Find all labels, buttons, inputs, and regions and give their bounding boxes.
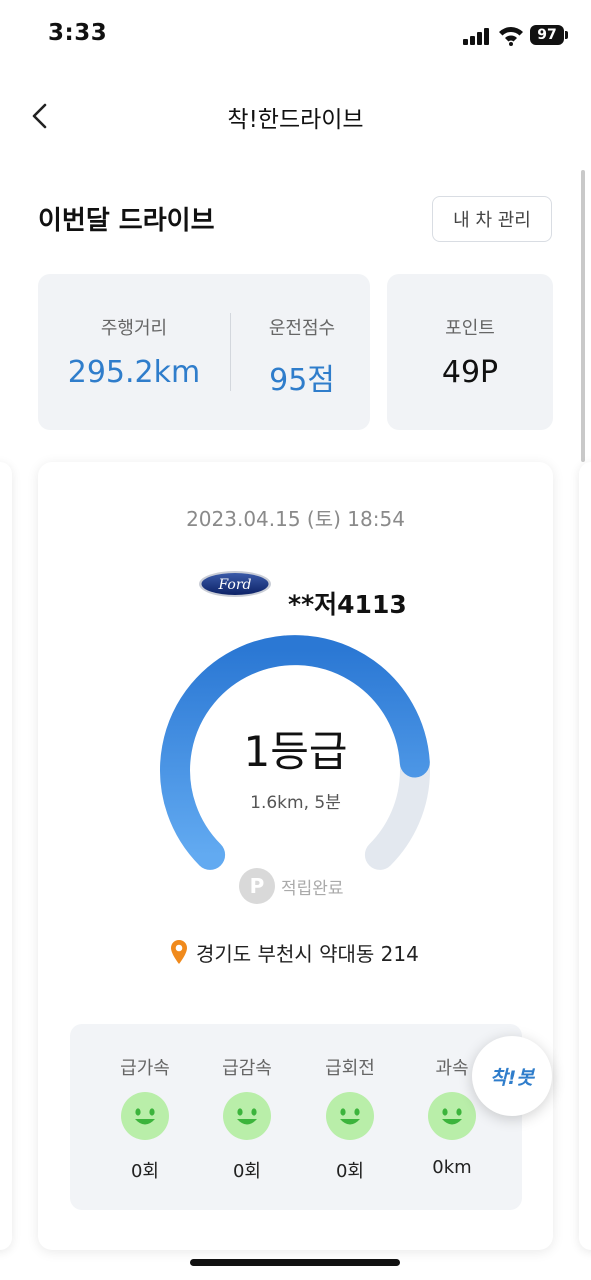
previous-drive-card[interactable] bbox=[0, 462, 12, 1250]
page-title: 착!한드라이브 bbox=[227, 107, 364, 133]
battery-icon: 97 bbox=[530, 25, 564, 45]
event-value: 0회 bbox=[232, 1161, 261, 1182]
cellular-signal-icon bbox=[463, 27, 491, 45]
event-label: 급회전 bbox=[325, 1058, 375, 1079]
event-value: 0회 bbox=[335, 1161, 364, 1182]
manage-car-button[interactable]: 내 차 관리 bbox=[432, 196, 552, 242]
point-badge-icon: P bbox=[239, 868, 275, 904]
smiley-icon bbox=[428, 1092, 476, 1140]
points-card[interactable] bbox=[387, 274, 553, 430]
distance-label: 주행거리 bbox=[100, 318, 168, 339]
drive-distance-duration: 1.6km, 5분 bbox=[250, 793, 341, 813]
location-pin-icon bbox=[171, 940, 187, 964]
scrollbar[interactable] bbox=[581, 170, 585, 462]
event-label: 급가속 bbox=[120, 1058, 170, 1079]
chakbot-button[interactable]: 착!봇 bbox=[472, 1036, 552, 1116]
points-value: 49P bbox=[441, 355, 499, 390]
smiley-icon bbox=[223, 1092, 271, 1140]
drive-address: 경기도 부천시 약대동 214 bbox=[196, 942, 419, 966]
smiley-icon bbox=[121, 1092, 169, 1140]
score-value: 95점 bbox=[269, 363, 335, 398]
wifi-icon bbox=[499, 27, 523, 46]
event-label: 급감속 bbox=[222, 1058, 272, 1079]
ford-logo-icon: Ford bbox=[199, 571, 271, 597]
drive-grade: 1등급 bbox=[243, 727, 348, 776]
section-title: 이번달 드라이브 bbox=[38, 206, 215, 236]
smiley-icon bbox=[326, 1092, 374, 1140]
distance-value: 295.2km bbox=[67, 355, 201, 390]
event-value: 0km bbox=[432, 1157, 472, 1178]
battery-tip bbox=[565, 31, 568, 39]
drive-datetime: 2023.04.15 (토) 18:54 bbox=[186, 507, 405, 531]
back-chevron-icon[interactable] bbox=[28, 102, 52, 130]
car-plate: **저4113 bbox=[288, 590, 407, 619]
score-label: 운전점수 bbox=[268, 318, 336, 339]
points-label: 포인트 bbox=[445, 318, 495, 339]
status-time: 3:33 bbox=[48, 20, 108, 46]
home-indicator[interactable] bbox=[190, 1259, 400, 1266]
event-value: 0회 bbox=[130, 1161, 159, 1182]
svg-text:Ford: Ford bbox=[217, 577, 251, 593]
next-drive-card[interactable] bbox=[579, 462, 591, 1250]
monthly-stats-card bbox=[38, 274, 370, 430]
point-status: 적립완료 bbox=[281, 879, 344, 899]
